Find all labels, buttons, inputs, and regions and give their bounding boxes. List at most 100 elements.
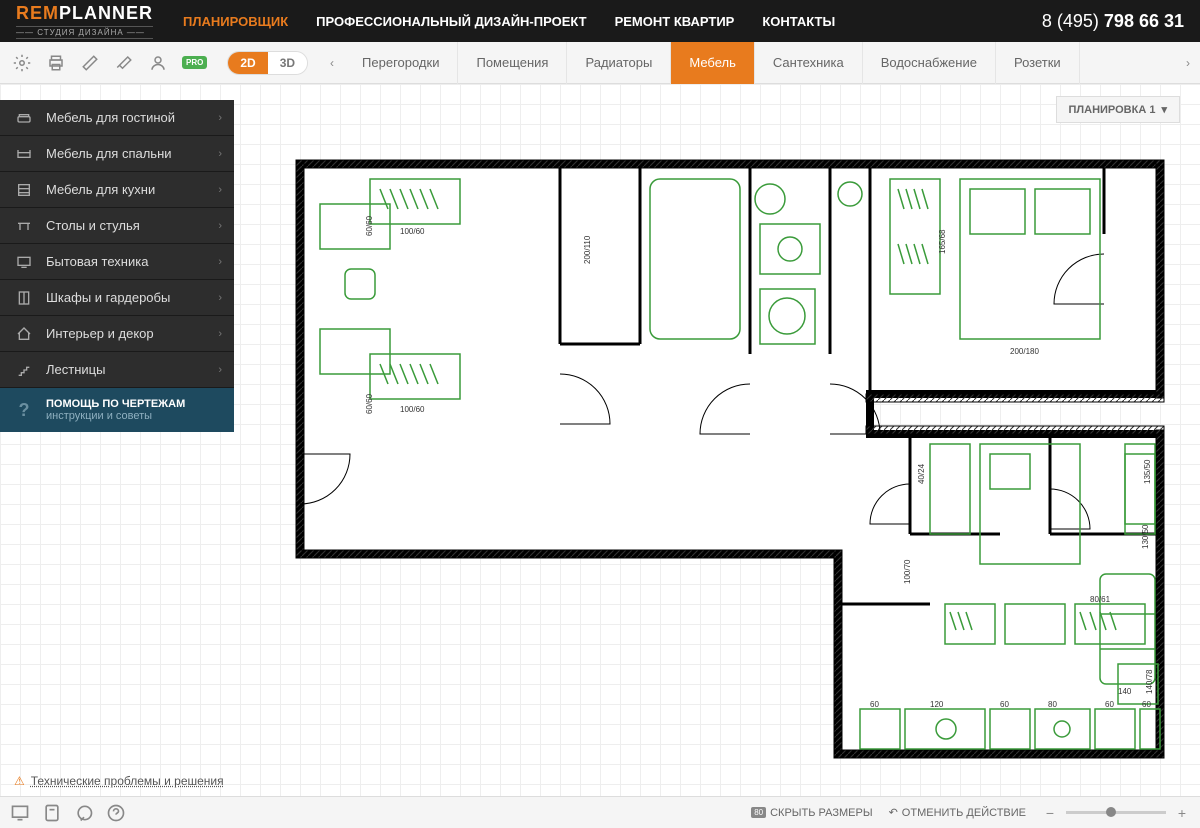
plan-selector[interactable]: ПЛАНИРОВКА 1 ▾ [1056,96,1180,123]
sidebar-item-living[interactable]: Мебель для гостиной › [0,100,234,136]
main-nav: ПЛАНИРОВЩИК ПРОФЕССИОНАЛЬНЫЙ ДИЗАЙН-ПРОЕ… [183,14,1042,29]
dim-label: 200/180 [1010,347,1039,356]
main-header: REMPLANNER —— СТУДИЯ ДИЗАЙНА —— ПЛАНИРОВ… [0,0,1200,42]
dim-label: 100/60 [400,405,425,414]
chat-icon[interactable] [74,803,94,823]
dim-label: 130/50 [1141,524,1150,549]
dim-label: 80/61 [1090,595,1111,604]
tab-rooms[interactable]: Помещения [458,42,567,84]
help-icon[interactable] [106,803,126,823]
dim-label: 100/60 [400,227,425,236]
sidebar: Мебель для гостиной › Мебель для спальни… [0,100,234,432]
sidebar-item-stairs[interactable]: Лестницы › [0,352,234,388]
dim-label: 100/70 [903,559,912,584]
hide-dims-label: СКРЫТЬ РАЗМЕРЫ [770,807,872,819]
zoom-thumb[interactable] [1106,807,1116,817]
kitchen-icon [12,182,36,198]
settings-icon[interactable] [12,53,32,73]
sidebar-label: Мебель для кухни [46,182,218,197]
sofa-icon [12,110,36,126]
print-icon[interactable] [46,53,66,73]
sidebar-item-appliances[interactable]: Бытовая техника › [0,244,234,280]
dim-label: 40/24 [917,463,926,484]
sidebar-label: Лестницы [46,362,218,377]
nav-contacts[interactable]: КОНТАКТЫ [762,14,835,29]
sidebar-label: Столы и стулья [46,218,218,233]
chevron-right-icon: › [218,220,222,232]
zoom-slider[interactable] [1066,811,1166,814]
sidebar-item-kitchen[interactable]: Мебель для кухни › [0,172,234,208]
dim-label: 80 [1048,700,1057,709]
nav-renovation[interactable]: РЕМОНТ КВАРТИР [615,14,735,29]
note-icon[interactable] [42,803,62,823]
scroll-left-icon[interactable]: ‹ [320,51,344,75]
dim-label: 60/60 [365,215,374,236]
sidebar-label: Мебель для гостиной [46,110,218,125]
chevron-right-icon: › [218,328,222,340]
tab-water[interactable]: Водоснабжение [863,42,996,84]
nav-planner[interactable]: ПЛАНИРОВЩИК [183,14,288,29]
chevron-right-icon: › [218,112,222,124]
tab-furniture[interactable]: Мебель [671,42,755,84]
dim-label: 60/60 [365,393,374,414]
tab-sockets[interactable]: Розетки [996,42,1080,84]
toolbar: PRO 2D 3D ‹ Перегородки Помещения Радиат… [0,42,1200,84]
logo-planner: PLANNER [59,3,153,23]
sidebar-item-wardrobes[interactable]: Шкафы и гардеробы › [0,280,234,316]
sidebar-item-bedroom[interactable]: Мебель для спальни › [0,136,234,172]
tab-walls[interactable]: Перегородки [344,42,458,84]
pro-badge[interactable]: PRO [182,56,207,69]
zoom-control: − + [1042,805,1190,821]
bed-icon [12,146,36,162]
chevron-right-icon: › [218,148,222,160]
ruler-icon[interactable] [80,53,100,73]
dims-badge: 80 [751,807,766,818]
hide-dimensions-button[interactable]: 80 СКРЫТЬ РАЗМЕРЫ [751,807,872,819]
dim-label: 60 [870,700,879,709]
category-tabs: Перегородки Помещения Радиаторы Мебель С… [344,42,1176,84]
sidebar-item-decor[interactable]: Интерьер и декор › [0,316,234,352]
floorplan-drawing[interactable]: 100/60 100/60 200/110 200/180 165/68 60/… [290,154,1170,774]
tech-issues-link[interactable]: ⚠ Технические проблемы и решения [14,774,224,788]
undo-label: ОТМЕНИТЬ ДЕЙСТВИЕ [902,807,1026,819]
dim-label: 140/78 [1145,669,1154,694]
dim-label: 60 [1105,700,1114,709]
phone-number: 8 (495) 798 66 31 [1042,11,1184,32]
bottom-bar: 80 СКРЫТЬ РАЗМЕРЫ ↶ ОТМЕНИТЬ ДЕЙСТВИЕ − … [0,796,1200,828]
dim-label: 60 [1142,700,1151,709]
undo-icon: ↶ [889,806,898,819]
warning-icon: ⚠ [14,774,25,788]
tv-icon [12,254,36,270]
tools-icon[interactable] [114,53,134,73]
dim-label: 165/68 [938,229,947,254]
logo[interactable]: REMPLANNER —— СТУДИЯ ДИЗАЙНА —— [16,3,153,39]
sidebar-item-tables[interactable]: Столы и стулья › [0,208,234,244]
dim-label: 140 [1118,687,1132,696]
help-title: ПОМОЩЬ ПО ЧЕРТЕЖАМ [46,398,185,410]
zoom-in-button[interactable]: + [1174,805,1190,821]
table-icon [12,218,36,234]
tab-radiators[interactable]: Радиаторы [567,42,671,84]
view-3d-button[interactable]: 3D [268,52,307,74]
nav-design-project[interactable]: ПРОФЕССИОНАЛЬНЫЙ ДИЗАЙН-ПРОЕКТ [316,14,586,29]
phone-prefix: 8 (495) [1042,11,1104,31]
view-2d-button[interactable]: 2D [228,52,267,74]
scroll-right-icon[interactable]: › [1176,51,1200,75]
chevron-right-icon: › [218,292,222,304]
user-icon[interactable] [148,53,168,73]
chevron-right-icon: › [218,184,222,196]
dim-label: 135/50 [1143,459,1152,484]
zoom-out-button[interactable]: − [1042,805,1058,821]
tab-plumbing[interactable]: Сантехника [755,42,863,84]
tech-issues-text: Технические проблемы и решения [31,774,224,788]
chevron-right-icon: › [218,256,222,268]
dim-label: 120 [930,700,944,709]
undo-button[interactable]: ↶ ОТМЕНИТЬ ДЕЙСТВИЕ [889,806,1026,819]
plan-label-text: ПЛАНИРОВКА 1 [1069,104,1156,116]
logo-rem: REM [16,3,59,23]
bottom-icons [10,803,126,823]
sidebar-help[interactable]: ? ПОМОЩЬ ПО ЧЕРТЕЖАМ инструкции и советы [0,388,234,432]
dim-label: 60 [1000,700,1009,709]
stairs-icon [12,362,36,378]
screen-icon[interactable] [10,803,30,823]
